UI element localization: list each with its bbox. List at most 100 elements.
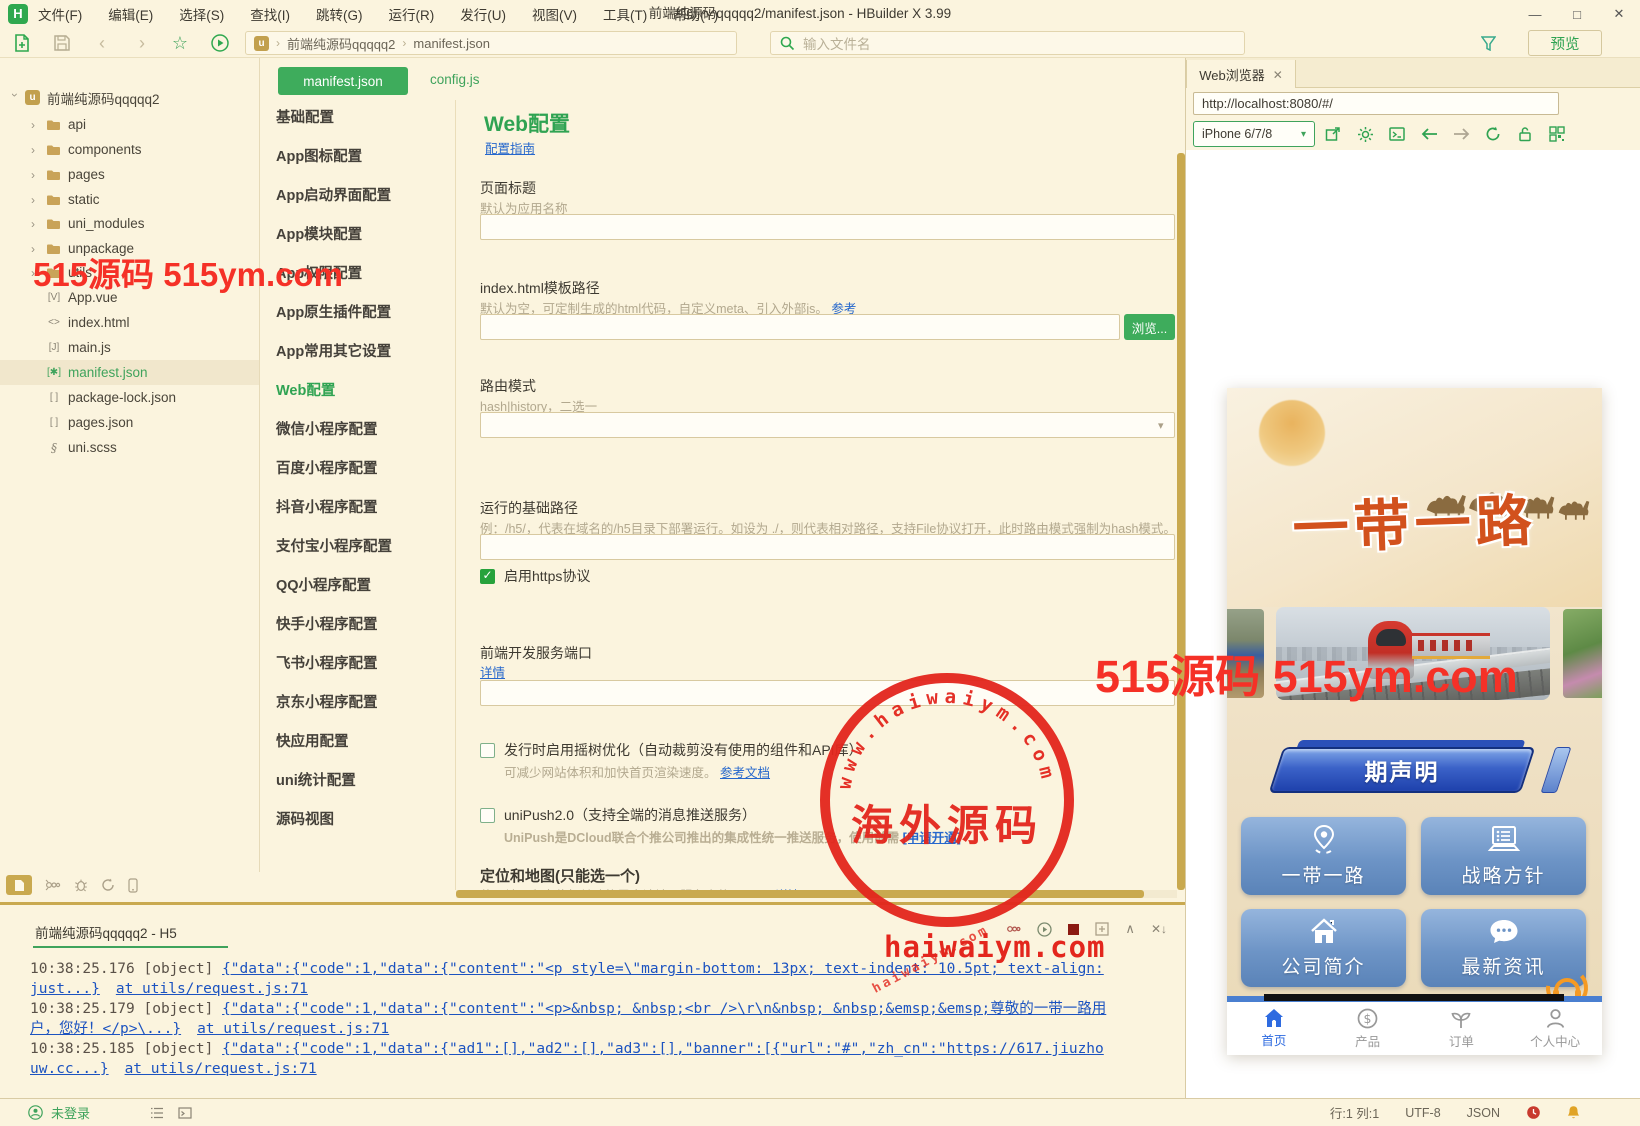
config-section-qq[interactable]: QQ小程序配置: [276, 576, 451, 596]
menu-edit[interactable]: 编辑(E): [108, 4, 153, 24]
forward-icon[interactable]: [1452, 125, 1470, 143]
clear-console-icon[interactable]: ✕↓: [1151, 922, 1167, 936]
tab-profile[interactable]: 个人中心: [1508, 1002, 1602, 1055]
config-section-app-icon[interactable]: App图标配置: [276, 147, 451, 167]
search-input[interactable]: 输入文件名: [770, 31, 1245, 55]
config-section-jingdong[interactable]: 京东小程序配置: [276, 693, 451, 713]
config-section-app-modules[interactable]: App模块配置: [276, 225, 451, 245]
chevron-right-icon[interactable]: ›: [31, 168, 41, 182]
dev-port-detail-link[interactable]: 详情: [480, 662, 505, 681]
minimize-button[interactable]: —: [1514, 0, 1556, 28]
bell-icon[interactable]: [1567, 1105, 1580, 1120]
phone-device-icon[interactable]: [128, 878, 138, 893]
template-path-input[interactable]: [480, 314, 1120, 340]
chevron-down-icon[interactable]: ›: [8, 93, 22, 103]
chevron-right-icon[interactable]: ›: [31, 266, 41, 280]
chevron-right-icon[interactable]: ›: [31, 193, 41, 207]
tree-folder-static[interactable]: ›static: [0, 187, 260, 212]
menu-goto[interactable]: 跳转(G): [316, 4, 363, 24]
open-window-icon[interactable]: [1095, 922, 1109, 936]
refresh-icon[interactable]: [101, 878, 115, 892]
config-section-app-permissions[interactable]: App权限配置: [276, 264, 451, 284]
back-icon[interactable]: ‹: [92, 33, 112, 53]
config-section-basic[interactable]: 基础配置: [276, 108, 451, 128]
ant-debug-icon[interactable]: [45, 878, 61, 892]
forward-icon[interactable]: ›: [132, 33, 152, 53]
config-section-feishu[interactable]: 飞书小程序配置: [276, 654, 451, 674]
url-input[interactable]: http://localhost:8080/#/: [1193, 92, 1559, 115]
https-checkbox[interactable]: [480, 569, 495, 584]
unipush-checkbox-row[interactable]: uniPush2.0（支持全端的消息推送服务）: [480, 805, 756, 825]
tab-home[interactable]: 首页: [1227, 1002, 1321, 1055]
filetype-indicator[interactable]: JSON: [1467, 1106, 1500, 1120]
tree-file-indexhtml[interactable]: <>index.html: [0, 310, 260, 335]
config-section-unistat[interactable]: uni统计配置: [276, 771, 451, 791]
https-checkbox-row[interactable]: 启用https协议: [480, 566, 590, 586]
explorer-tab-icon[interactable]: [6, 875, 32, 895]
config-section-weixin[interactable]: 微信小程序配置: [276, 420, 451, 440]
config-section-web[interactable]: Web配置: [276, 381, 451, 401]
config-section-app-native-plugins[interactable]: App原生插件配置: [276, 303, 451, 323]
tab-products[interactable]: $ 产品: [1321, 1002, 1415, 1055]
chevron-right-icon[interactable]: ›: [31, 217, 41, 231]
device-select[interactable]: iPhone 6/7/8 ▾: [1193, 121, 1315, 147]
run-icon[interactable]: [210, 33, 230, 53]
treeshake-doc-link[interactable]: 参考文档: [720, 766, 770, 780]
log-location-link[interactable]: at utils/request.js:71: [116, 981, 308, 997]
config-section-source-view[interactable]: 源码视图: [276, 810, 451, 830]
save-icon[interactable]: [52, 33, 72, 53]
console-tab[interactable]: 前端纯源码qqqqq2 - H5: [35, 922, 177, 942]
tree-folder-unpackage[interactable]: ›unpackage: [0, 236, 260, 261]
gear-icon[interactable]: [1356, 125, 1374, 143]
tree-file-appvue[interactable]: [V]App.vue: [0, 285, 260, 310]
preview-button[interactable]: 预览: [1528, 30, 1602, 56]
vertical-scrollbar[interactable]: [1177, 153, 1185, 890]
tree-file-uniscss[interactable]: §uni.scss: [0, 435, 260, 460]
horizontal-scrollbar[interactable]: [456, 890, 1177, 898]
tree-file-pagesjson[interactable]: [ ]pages.json: [0, 410, 260, 435]
menu-button-yidaiyilu[interactable]: 一带一路: [1241, 817, 1406, 895]
unipush-apply-link[interactable]: [申请开通]: [903, 831, 961, 845]
terminal-icon[interactable]: [178, 1107, 192, 1119]
tree-folder-api[interactable]: ›api: [0, 112, 260, 137]
cursor-position[interactable]: 行:1 列:1: [1330, 1103, 1379, 1122]
collapse-console-icon[interactable]: ∧: [1125, 921, 1135, 937]
menu-find[interactable]: 查找(I): [250, 4, 290, 24]
banner-carousel[interactable]: [1227, 607, 1602, 700]
new-file-icon[interactable]: [12, 33, 32, 53]
tree-folder-pages[interactable]: ›pages: [0, 162, 260, 187]
browse-button[interactable]: 浏览...: [1124, 314, 1175, 340]
config-section-baidu[interactable]: 百度小程序配置: [276, 459, 451, 479]
menu-select[interactable]: 选择(S): [179, 4, 224, 24]
log-location-link[interactable]: at utils/request.js:71: [125, 1061, 317, 1077]
config-guide-link[interactable]: 配置指南: [485, 138, 535, 157]
config-section-alipay[interactable]: 支付宝小程序配置: [276, 537, 451, 557]
tree-folder-utils[interactable]: ›utils: [0, 260, 260, 285]
open-external-icon[interactable]: [1324, 125, 1342, 143]
restart-icon[interactable]: [1037, 922, 1052, 937]
carousel-slide-prev[interactable]: [1227, 609, 1264, 698]
config-section-app-splash[interactable]: App启动界面配置: [276, 186, 451, 206]
chevron-right-icon[interactable]: ›: [31, 143, 41, 157]
filter-funnel-icon[interactable]: [1478, 33, 1498, 53]
menu-file[interactable]: 文件(F): [38, 4, 82, 24]
star-icon[interactable]: ☆: [170, 33, 190, 53]
tree-project-row[interactable]: › u 前端纯源码qqqqq2: [0, 85, 260, 110]
treeshake-checkbox[interactable]: [480, 743, 495, 758]
scrollbar-thumb[interactable]: [456, 890, 1144, 898]
dev-port-input[interactable]: [480, 680, 1175, 706]
breadcrumb-project[interactable]: 前端纯源码qqqqq2: [287, 34, 395, 53]
back-icon[interactable]: [1420, 125, 1438, 143]
router-mode-select[interactable]: [480, 412, 1175, 438]
config-section-douyin[interactable]: 抖音小程序配置: [276, 498, 451, 518]
notice-marquee[interactable]: 期声明: [1276, 745, 1546, 795]
tab-manifest-json[interactable]: manifest.json: [278, 67, 408, 95]
config-section-quickapp[interactable]: 快应用配置: [276, 732, 451, 752]
unipush-checkbox[interactable]: [480, 808, 495, 823]
log-location-link[interactable]: at utils/request.js:71: [197, 1021, 389, 1037]
close-button[interactable]: ✕: [1598, 0, 1640, 28]
bug-icon[interactable]: [74, 878, 88, 892]
chevron-right-icon[interactable]: ›: [31, 242, 41, 256]
login-status[interactable]: 未登录: [51, 1103, 90, 1122]
close-icon[interactable]: ✕: [1273, 68, 1283, 82]
